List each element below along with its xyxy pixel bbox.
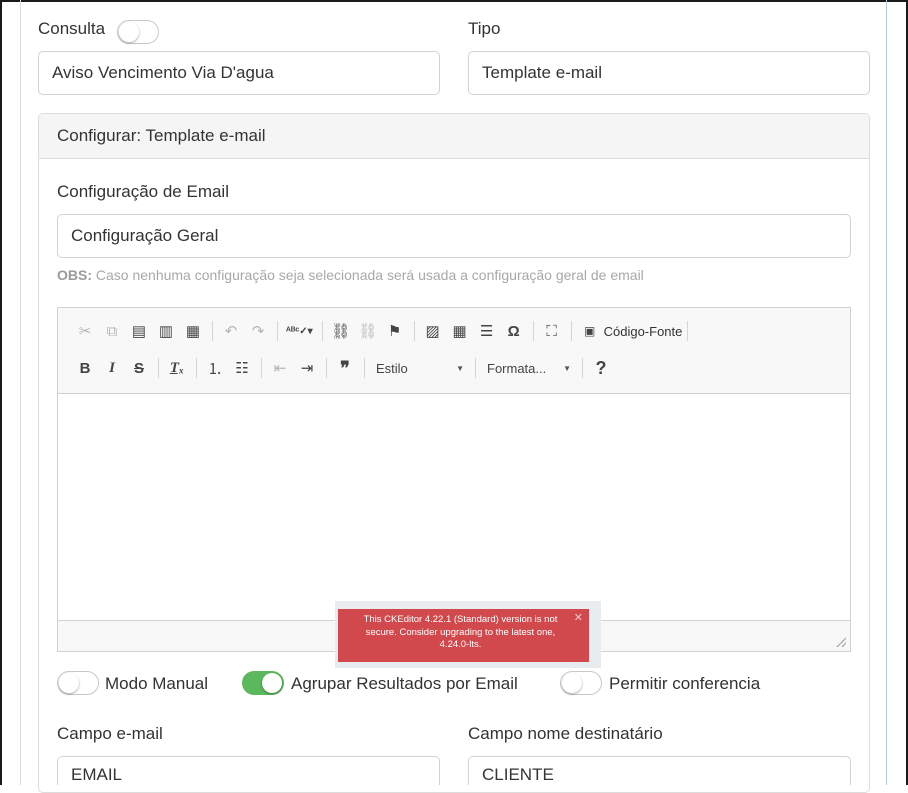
group-by-email-label: Agrupar Resultados por Email [291,674,518,693]
editor-toolbar: ✂ ⧉ ▤ ▥ ▦ ↶ ↷ ᴬᴮᶜ✓▾ ⛓ ⛓ ⚑ ▨ ▦ ☰ Ω ⛶ ▣ Có… [58,308,850,394]
toggle-knob [562,673,582,693]
toolbar-separator [158,358,159,378]
strikethrough-icon[interactable]: S [126,355,152,381]
source-icon[interactable]: ▣ [577,318,603,344]
anchor-flag-icon[interactable]: ⚑ [382,318,408,344]
outdent-icon[interactable]: ⇤ [267,355,293,381]
recipient-field-select[interactable]: CLIENTE [468,756,851,785]
style-dropdown-label: Estilo [376,360,408,376]
bulleted-list-icon[interactable]: ☷ [229,355,255,381]
right-border [886,0,887,785]
email-field-select[interactable]: EMAIL [57,756,440,785]
chevron-down-icon: ▼ [456,363,464,373]
email-config-label: Configuração de Email [57,182,229,201]
image-icon[interactable]: ▨ [420,318,446,344]
email-config-select[interactable]: Configuração Geral [57,214,851,258]
toolbar-row-2: B I S Tₓ ⒈ ☷ ⇤ ⇥ ❞ Estilo ▼ Formata... ▼ ? [72,353,615,383]
group-by-email-toggle[interactable] [242,671,284,695]
toggle-knob [59,673,79,693]
toolbar-separator [413,321,415,341]
format-dropdown-label: Formata... [487,360,547,376]
email-field-label: Campo e-mail [57,724,163,743]
blockquote-icon[interactable]: ❞ [332,355,358,381]
undo-icon[interactable]: ↶ [218,318,244,344]
table-icon[interactable]: ▦ [447,318,473,344]
toolbar-row-1: ✂ ⧉ ▤ ▥ ▦ ↶ ↷ ᴬᴮᶜ✓▾ ⛓ ⛓ ⚑ ▨ ▦ ☰ Ω ⛶ ▣ Có… [72,316,693,346]
left-border [20,0,21,785]
editor-content-area[interactable] [58,394,850,620]
toggle-knob [262,673,282,693]
toolbar-separator [326,358,327,378]
special-char-icon[interactable]: Ω [501,318,527,344]
paste-icon[interactable]: ▤ [126,318,152,344]
recipient-field-label: Campo nome destinatário [468,724,663,743]
toolbar-separator [687,321,689,341]
panel-header: Configurar: Template e-mail [39,114,869,159]
tipo-select[interactable]: Template e-mail [468,51,870,95]
close-icon[interactable]: ✕ [574,612,583,625]
format-dropdown[interactable]: Formata... ▼ [481,355,577,381]
manual-mode-toggle[interactable] [57,671,99,695]
toolbar-separator [212,321,213,341]
template-name-input[interactable]: Aviso Vencimento Via D'agua [38,51,440,95]
obs-note: OBS: Caso nenhuma configuração seja sele… [57,267,644,283]
cut-icon[interactable]: ✂ [72,318,98,344]
toolbar-separator [532,321,534,341]
paste-word-icon[interactable]: ▦ [180,318,206,344]
redo-icon[interactable]: ↷ [245,318,271,344]
maximize-icon[interactable]: ⛶ [539,318,565,344]
security-warning: This CKEditor 4.22.1 (Standard) version … [338,609,589,662]
manual-mode-label: Modo Manual [105,674,209,693]
toolbar-separator [570,321,572,341]
remove-format-icon[interactable]: Tₓ [164,355,190,381]
help-button[interactable]: ? [588,355,614,381]
security-warning-text: This CKEditor 4.22.1 (Standard) version … [363,614,558,650]
copy-icon[interactable]: ⧉ [99,318,125,344]
toolbar-separator [277,321,278,341]
toolbar-separator [196,358,197,378]
horizontal-line-icon[interactable]: ☰ [474,318,500,344]
toolbar-separator [475,358,476,378]
obs-text: Caso nenhuma configuração seja seleciona… [92,267,644,283]
indent-icon[interactable]: ⇥ [294,355,320,381]
resize-grip-icon[interactable] [836,637,846,647]
consulta-label: Consulta [38,19,106,38]
style-dropdown[interactable]: Estilo ▼ [370,355,470,381]
allow-conference-toggle[interactable] [560,671,602,695]
spellcheck-icon[interactable]: ᴬᴮᶜ✓▾ [283,318,316,344]
toolbar-separator [321,321,323,341]
obs-prefix: OBS: [57,267,92,283]
bold-icon[interactable]: B [72,355,98,381]
chevron-down-icon: ▼ [563,363,571,373]
unlink-icon[interactable]: ⛓ [355,318,381,344]
allow-conference-label: Permitir conferencia [609,674,761,693]
source-button[interactable]: Código-Fonte [604,324,683,339]
paste-text-icon[interactable]: ▥ [153,318,179,344]
toolbar-separator [261,358,262,378]
toggle-knob [119,22,139,42]
numbered-list-icon[interactable]: ⒈ [202,355,228,381]
italic-icon[interactable]: I [99,355,125,381]
consulta-toggle[interactable] [117,20,159,44]
toolbar-separator [582,358,583,378]
toolbar-separator [364,358,365,378]
link-icon[interactable]: ⛓ [328,318,354,344]
tipo-label: Tipo [468,19,501,38]
